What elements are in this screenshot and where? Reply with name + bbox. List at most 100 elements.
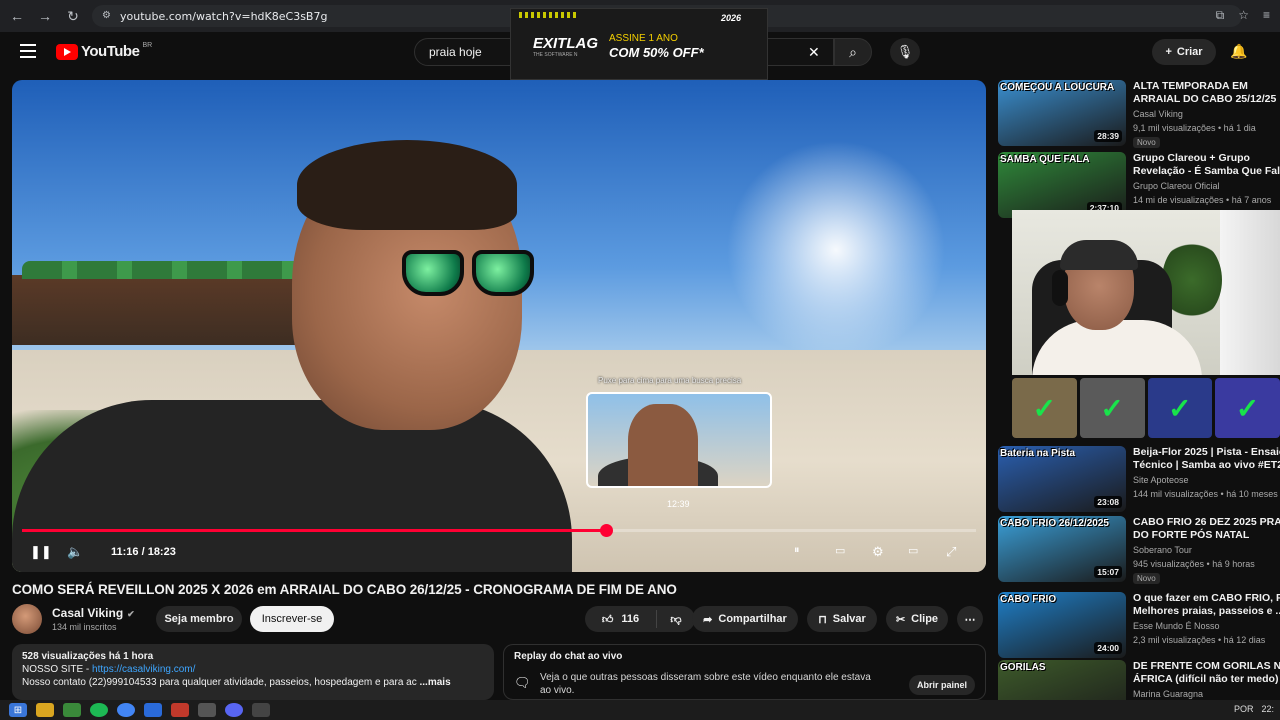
video-sun-glare — [726, 140, 946, 360]
seek-hint: Puxe para cima para uma busca precisa — [598, 376, 742, 385]
more-icon: ⋯ — [964, 613, 976, 626]
recommended-meta: 14 mi de visualizações • há 7 anos — [1133, 195, 1272, 205]
save-button[interactable]: ⊓ Salvar — [807, 606, 877, 632]
video-thumbnail[interactable]: SAMBA QUE FALA 2:37:10 — [998, 152, 1126, 218]
app-icon[interactable] — [171, 703, 189, 717]
channel-avatar[interactable] — [12, 604, 42, 634]
site-info-icon[interactable]: ⚙ — [102, 10, 111, 21]
theater-mode-icon[interactable]: ▭ — [908, 544, 918, 557]
duration-badge: 24:00 — [1094, 642, 1122, 654]
mic-icon: 🎙 — [896, 44, 914, 59]
recommended-video[interactable]: CABO FRIO 26/12/2025 15:07 CABO FRIO 26 DE… — [998, 516, 1280, 584]
seek-preview-time: 12:39 — [667, 499, 690, 509]
create-label: Criar — [1176, 46, 1203, 58]
windows-start-icon[interactable]: ⊞ — [9, 703, 27, 717]
menu-icon[interactable] — [20, 44, 36, 58]
dislike-button[interactable]: 👎︎ — [657, 613, 695, 626]
recommended-title[interactable]: O que fazer em CABO FRIO, RJ Melhores pra… — [1133, 592, 1280, 618]
video-player[interactable]: Puxe para cima para uma busca precisa 12… — [12, 80, 986, 572]
settings-gear-icon[interactable]: ⚙ — [872, 544, 884, 560]
player-controls: ❚❚ 🔈 11:16 / 18:23 ⏸ ▭ ⚙ ▭ ⤢ — [12, 538, 986, 568]
fullscreen-icon[interactable]: ⤢ — [946, 544, 956, 560]
app-icon[interactable] — [63, 703, 81, 717]
clip-button[interactable]: ✂ Clipe — [886, 606, 948, 632]
recommended-channel[interactable]: Soberano Tour — [1133, 545, 1192, 555]
more-actions-button[interactable]: ⋯ — [957, 606, 983, 632]
back-icon[interactable]: ← — [6, 5, 28, 27]
autoplay-toggle-icon[interactable]: ⏸ — [794, 544, 800, 557]
recommended-video[interactable]: COMEÇOU A LOUCURA 28:39 ALTA TEMPORADA EM A… — [998, 80, 1280, 148]
create-button[interactable]: + Criar — [1152, 39, 1216, 65]
chat-replay-body: Veja o que outras pessoas disseram sobre… — [540, 672, 871, 696]
recommended-channel[interactable]: Casal Viking — [1133, 109, 1183, 119]
title-line: Técnico | Samba ao vivo #ET2 — [1133, 459, 1280, 471]
site-link[interactable]: https://casalviking.com/ — [92, 664, 195, 675]
recommended-title[interactable]: ALTA TEMPORADA EM ARRAIAL DO CABO 25/12/2… — [1133, 80, 1280, 106]
install-icon[interactable]: ⧉ — [1216, 8, 1225, 23]
app-icon[interactable] — [144, 703, 162, 717]
like-dislike-group: 👍︎ 116 👎︎ — [585, 606, 695, 632]
recommended-meta: 144 mil visualizações • há 10 meses — [1133, 489, 1278, 499]
video-thumbnail[interactable]: GORILAS — [998, 660, 1126, 704]
volume-icon[interactable]: 🔈 — [67, 544, 83, 560]
description-box[interactable]: 528 visualizações há 1 hora NOSSO SITE -… — [12, 644, 494, 700]
system-tray: POR 22: — [1234, 704, 1274, 714]
discord-icon[interactable] — [225, 703, 243, 717]
notifications-icon[interactable]: 🔔 — [1230, 43, 1247, 60]
save-label: Salvar — [832, 613, 866, 625]
bookmark-star-icon[interactable]: ☆ — [1238, 8, 1249, 23]
recommended-video[interactable]: SAMBA QUE FALA 2:37:10 Grupo Clareou + Gru… — [998, 152, 1280, 218]
file-explorer-icon[interactable] — [36, 703, 54, 717]
clock[interactable]: 22: — [1261, 704, 1274, 714]
video-thumbnail[interactable]: COMEÇOU A LOUCURA 28:39 — [998, 80, 1126, 146]
language-indicator[interactable]: POR — [1234, 704, 1254, 714]
recommended-video[interactable]: Bateria na Pista 23:08 Beija-Flor 2025 | P… — [998, 446, 1280, 512]
recommended-title[interactable]: DE FRENTE COM GORILAS NA ÁFRICA (difícil … — [1133, 660, 1280, 686]
app-icon[interactable] — [198, 703, 216, 717]
reload-icon[interactable]: ↻ — [62, 5, 84, 27]
recommended-title[interactable]: Beija-Flor 2025 | Pista - Ensaio Técnico … — [1133, 446, 1280, 472]
ad-banner[interactable]: 2026 EXITLAG THE SOFTWARE N ASSINE 1 ANO… — [510, 8, 768, 80]
recommended-title[interactable]: Grupo Clareou + Grupo Revelação - É Samba… — [1133, 152, 1280, 178]
join-button[interactable]: Seja membro — [156, 606, 242, 632]
open-panel-button[interactable]: Abrir painel — [908, 675, 975, 695]
channel-name-wrap[interactable]: Casal Viking ✔ — [52, 606, 135, 620]
video-thumbnail[interactable]: Bateria na Pista 23:08 — [998, 446, 1126, 512]
pause-icon[interactable]: ❚❚ — [30, 544, 52, 560]
app-icon[interactable] — [252, 703, 270, 717]
ad-line1: ASSINE 1 ANO — [609, 33, 678, 44]
youtube-logo[interactable]: YouTube BR — [56, 42, 152, 60]
duration-badge: 28:39 — [1094, 130, 1122, 142]
video-thumbnail[interactable]: CABO FRIO 24:00 — [998, 592, 1126, 658]
spotify-icon[interactable] — [90, 703, 108, 717]
recommended-channel[interactable]: Esse Mundo É Nosso — [1133, 621, 1220, 631]
recommended-channel[interactable]: Site Apoteose — [1133, 475, 1189, 485]
show-more[interactable]: ...mais — [420, 677, 451, 688]
recommended-video[interactable]: CABO FRIO 24:00 O que fazer em CABO FRIO, … — [998, 592, 1280, 658]
contact-line: Nosso contato (22)999104533 para qualque… — [22, 676, 484, 689]
subscriber-count: 134 mil inscritos — [52, 622, 117, 632]
chrome-icon[interactable] — [117, 703, 135, 717]
clear-search-icon[interactable]: ✕ — [808, 44, 820, 61]
scrubber-handle[interactable] — [599, 524, 613, 537]
recommended-video[interactable]: GORILAS DE FRENTE COM GORILAS NA ÁFRICA (d… — [998, 660, 1280, 704]
like-count: 116 — [621, 613, 640, 625]
recommended-channel[interactable]: Marina Guaragna — [1133, 689, 1203, 699]
reading-list-icon[interactable]: ≡ — [1263, 8, 1270, 23]
title-line: Beija-Flor 2025 | Pista - Ensaio — [1133, 446, 1280, 458]
forward-icon[interactable]: → — [34, 5, 56, 27]
recommended-title[interactable]: CABO FRIO 26 DEZ 2025 PRAIA DO FORTE PÓS … — [1133, 516, 1280, 542]
recommended-meta: 945 visualizações • há 9 horas — [1133, 559, 1255, 569]
subscribe-button[interactable]: Inscrever-se — [250, 606, 334, 632]
thumbnail-text: GORILAS — [1000, 662, 1046, 673]
like-button[interactable]: 👍︎ 116 — [585, 610, 657, 628]
search-button[interactable]: ⌕ — [834, 38, 872, 66]
subtitles-icon[interactable]: ▭ — [835, 544, 845, 557]
video-thumbnail[interactable]: CABO FRIO 26/12/2025 15:07 — [998, 516, 1126, 582]
windows-taskbar: ⊞ POR 22: — [0, 700, 1280, 720]
recommended-channel[interactable]: Grupo Clareou Oficial — [1133, 181, 1220, 191]
share-button[interactable]: ➦ Compartilhar — [692, 606, 798, 632]
voice-search-button[interactable]: 🎙 — [890, 38, 920, 66]
title-line: ALTA TEMPORADA EM — [1133, 80, 1248, 92]
progress-bar[interactable] — [22, 524, 976, 537]
